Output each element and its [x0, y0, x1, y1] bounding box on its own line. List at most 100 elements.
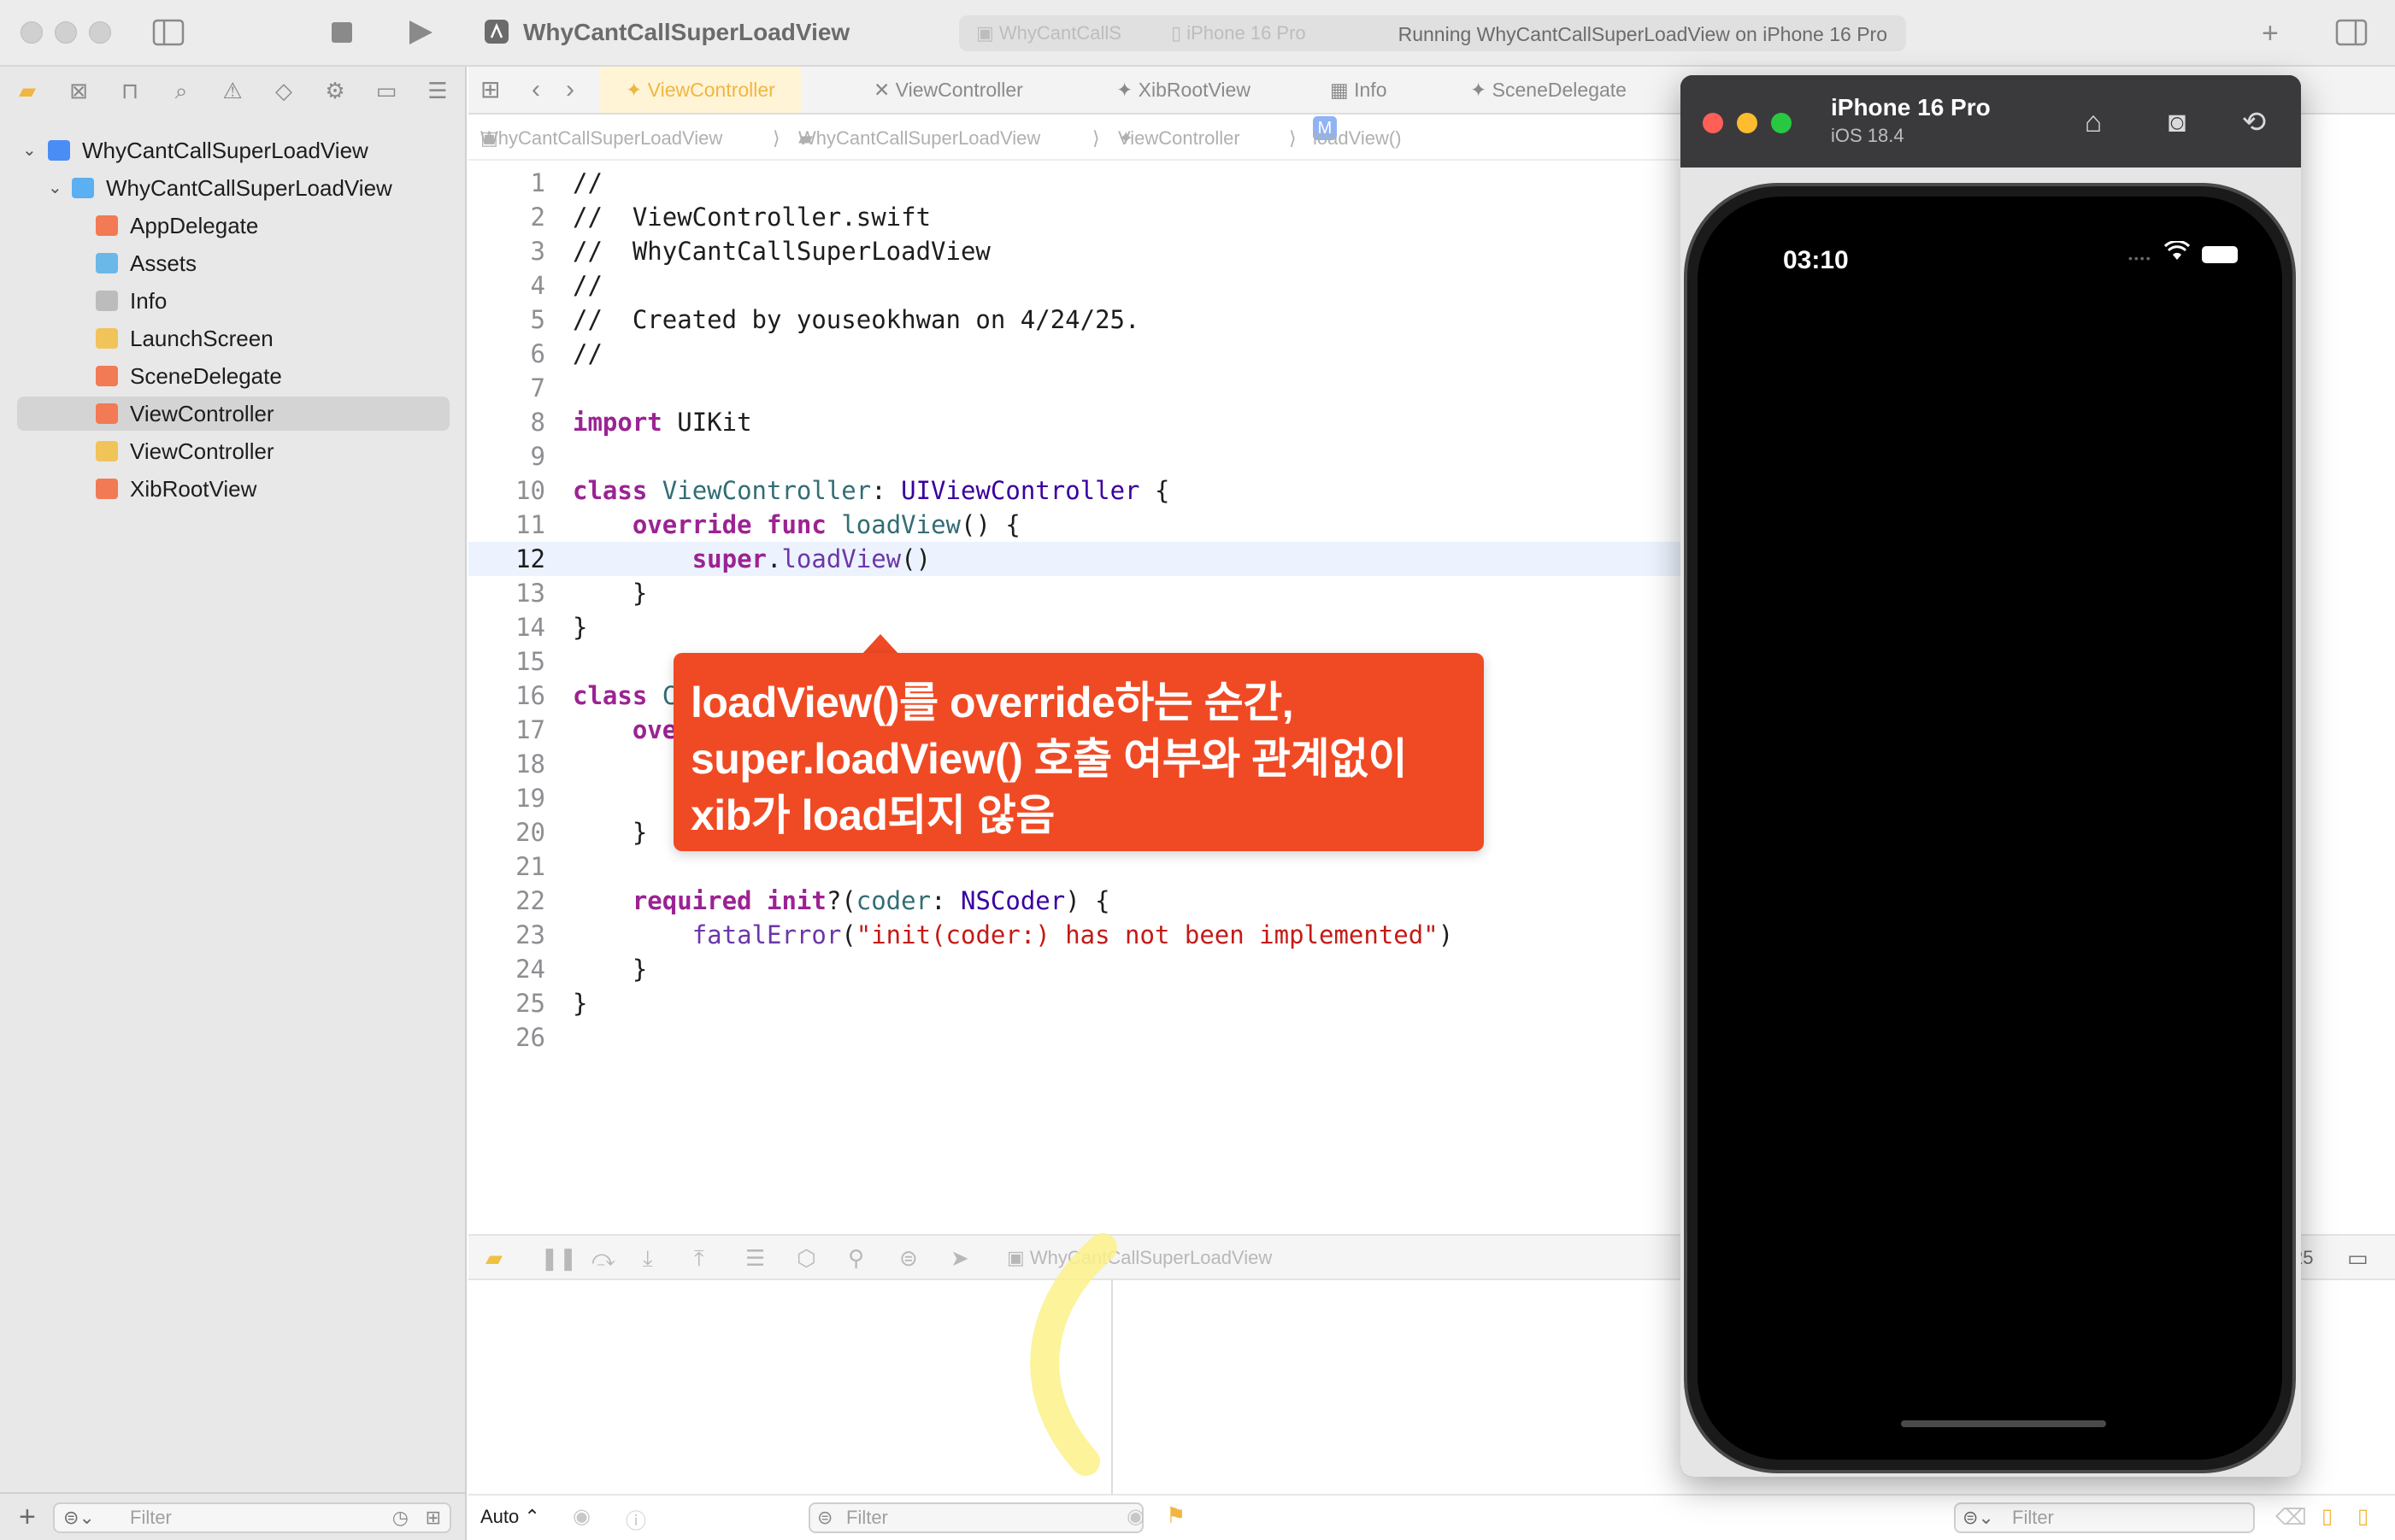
string-literal: "init(coder:) has not been implemented"	[856, 920, 1439, 949]
find-icon[interactable]: ⌕	[169, 79, 193, 103]
zoom-window-button[interactable]	[1771, 113, 1792, 133]
add-file-icon[interactable]: +	[19, 1501, 36, 1534]
tree-file-row[interactable]: Assets	[0, 246, 467, 280]
issue-icon[interactable]: ⚠	[221, 79, 244, 103]
filter-menu-icon[interactable]: ⊜⌄	[1962, 1504, 1994, 1531]
signal-icon: ••••	[2128, 251, 2152, 265]
destination-selector[interactable]: ▯ iPhone 16 Pro	[1171, 22, 1306, 44]
tab-viewcontroller-xib[interactable]: ✕ ViewController	[874, 67, 1023, 113]
bookmark-icon[interactable]: ⊓	[118, 79, 142, 103]
report-icon[interactable]: ☰	[426, 79, 450, 103]
tree-file-row[interactable]: Info	[0, 284, 467, 318]
home-indicator[interactable]	[1901, 1420, 2106, 1427]
tab-viewcontroller-swift[interactable]: ✦ ViewController	[600, 67, 801, 113]
debug-icon[interactable]: ⚙	[323, 79, 347, 103]
trash-icon[interactable]: ⌫	[2275, 1504, 2307, 1531]
navigator-filter-input[interactable]: ⊜⌄ Filter ◷ ⊞	[53, 1502, 451, 1533]
line-number: 11	[515, 510, 545, 539]
class-name: ViewController	[662, 476, 872, 505]
tree-project-row[interactable]: ⌄ WhyCantCallSuperLoadView	[0, 133, 467, 168]
tab-label: ViewController	[895, 79, 1023, 101]
tab-info[interactable]: ▦ Info	[1330, 67, 1387, 113]
line-number: 12	[515, 544, 545, 573]
rotate-icon[interactable]: ⟲	[2233, 101, 2275, 144]
file-label: Assets	[130, 250, 197, 276]
variables-filter-input[interactable]: ⊜ Filter	[809, 1502, 1144, 1533]
folder-icon[interactable]: ▰	[15, 79, 39, 103]
source-control-icon[interactable]: ⊠	[67, 79, 91, 103]
xib-icon: ✕	[874, 79, 896, 101]
minimize-window-button[interactable]	[55, 21, 77, 44]
tab-scenedelegate[interactable]: ✦ SceneDelegate	[1470, 67, 1627, 113]
tab-label: SceneDelegate	[1492, 79, 1627, 101]
run-icon[interactable]	[407, 19, 434, 51]
eye-icon[interactable]: ◉	[573, 1504, 591, 1529]
view-hierarchy-icon[interactable]: ☰	[745, 1246, 765, 1270]
tree-group-row[interactable]: ⌄ WhyCantCallSuperLoadView	[0, 171, 467, 205]
line-number: 10	[515, 476, 545, 505]
console-filter-input[interactable]: ⊜⌄ Filter	[1954, 1502, 2255, 1533]
recent-files-icon[interactable]: ◷	[392, 1504, 409, 1531]
scheme-selector[interactable]: ▣ WhyCantCallS	[976, 22, 1121, 44]
file-label: ViewController	[130, 438, 274, 464]
step-over-icon[interactable]: ⤼	[591, 1246, 615, 1270]
tree-file-row[interactable]: XibRootView	[0, 472, 467, 506]
variables-scope-selector[interactable]: Auto ⌃	[480, 1506, 540, 1528]
stop-icon[interactable]	[330, 21, 354, 50]
code-line: 21	[468, 849, 1682, 884]
console-toggle-icon[interactable]: ⚑	[1166, 1502, 1186, 1529]
scheme-title[interactable]: WhyCantCallSuperLoadView	[523, 19, 850, 46]
tab-label: Info	[1354, 79, 1387, 101]
close-window-button[interactable]	[21, 21, 43, 44]
tree-file-row[interactable]: LaunchScreen	[0, 321, 467, 356]
code-line: 24 }	[468, 952, 1682, 986]
step-out-icon[interactable]: ⤒	[694, 1246, 704, 1270]
test-icon[interactable]: ◇	[272, 79, 296, 103]
memory-graph-icon[interactable]: ⬡	[797, 1246, 816, 1270]
add-icon[interactable]: +	[2262, 19, 2279, 48]
disclosure-chevron-icon[interactable]: ⌄	[48, 171, 62, 205]
breakpoint-icon[interactable]: ▭	[374, 79, 398, 103]
scm-filter-icon[interactable]: ⊞	[426, 1504, 441, 1531]
tree-file-row[interactable]: ViewController	[0, 434, 467, 468]
module-name: UIKit	[677, 408, 752, 437]
zoom-window-button[interactable]	[89, 21, 111, 44]
keyword: func	[767, 510, 827, 539]
tree-file-row-selected[interactable]: ViewController	[0, 397, 467, 431]
tree-file-row[interactable]: SceneDelegate	[0, 359, 467, 393]
filter-menu-icon[interactable]: ⊜⌄	[63, 1504, 95, 1531]
tab-xibrootview[interactable]: ✦ XibRootView	[1116, 67, 1250, 113]
line-number: 7	[530, 373, 545, 403]
callout-arrow	[862, 634, 899, 655]
hide-debug-area-icon[interactable]: ▭	[2347, 1246, 2369, 1270]
sidebar-toggle-icon[interactable]	[152, 19, 185, 51]
eye-icon[interactable]: ◉	[1127, 1504, 1145, 1529]
home-icon[interactable]: ⌂	[2072, 101, 2115, 144]
build-status: Running WhyCantCallSuperLoadView on iPho…	[1398, 23, 1887, 45]
environment-icon[interactable]: ⊜	[899, 1246, 918, 1270]
disclosure-chevron-icon[interactable]: ⌄	[22, 133, 37, 168]
iphone-screen[interactable]: 03:10 ••••	[1698, 197, 2282, 1460]
info-icon[interactable]: ⓘ	[626, 1504, 646, 1534]
location-icon[interactable]: ➤	[950, 1246, 969, 1270]
back-chevron-icon[interactable]: ‹	[532, 67, 540, 113]
screenshot-icon[interactable]: ◙	[2156, 101, 2198, 144]
grid-icon[interactable]: ⊞	[480, 67, 500, 113]
close-window-button[interactable]	[1703, 113, 1723, 133]
graph-icon[interactable]: ⚲	[848, 1246, 864, 1270]
split-left-icon[interactable]: ▯	[2321, 1504, 2333, 1529]
pause-icon[interactable]: ❚❚	[540, 1246, 578, 1270]
minimize-window-button[interactable]	[1737, 113, 1757, 133]
inspector-toggle-icon[interactable]	[2335, 19, 2368, 51]
simulator-window: iPhone 16 Pro iOS 18.4 ⌂ ◙ ⟲ 03:10 ••••	[1680, 75, 2301, 1477]
split-right-icon[interactable]: ▯	[2357, 1504, 2369, 1529]
line-number: 19	[515, 784, 545, 813]
step-into-icon[interactable]: ⤓	[643, 1246, 653, 1270]
annotation-stroke	[1030, 1233, 1117, 1476]
forward-chevron-icon[interactable]: ›	[566, 67, 574, 113]
app-icon: ▣	[976, 22, 999, 44]
tree-file-row[interactable]: AppDelegate	[0, 209, 467, 243]
scheme-selector-label: WhyCantCallS	[998, 22, 1121, 44]
breakpoints-toggle-icon[interactable]: ▰	[485, 1246, 503, 1270]
battery-icon	[2202, 246, 2238, 263]
